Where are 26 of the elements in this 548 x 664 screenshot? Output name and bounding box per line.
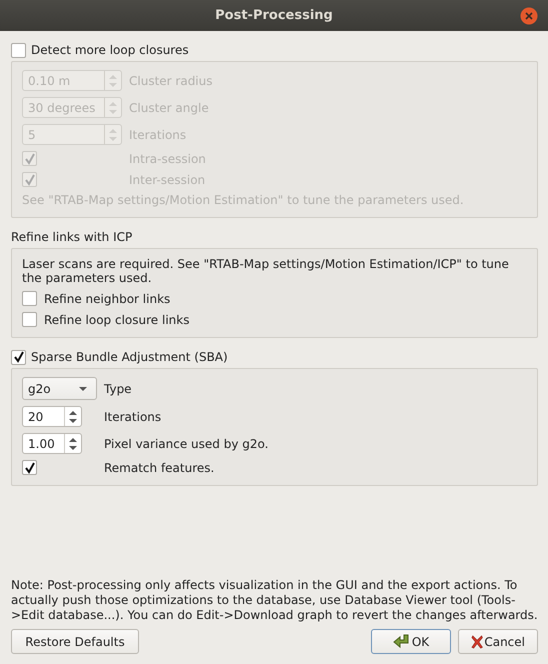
cross-icon — [471, 634, 484, 650]
group-title: Refine links with ICP — [11, 230, 132, 244]
close-icon[interactable] — [520, 7, 538, 25]
checkbox-label: Refine loop closure links — [44, 312, 190, 326]
ok-button[interactable]: OK — [371, 629, 451, 654]
spin-box[interactable]: 1.00 — [22, 433, 82, 454]
cancel-button[interactable]: Cancel — [458, 629, 538, 654]
caret-icon — [78, 386, 88, 392]
checkbox-label: Refine neighbor links — [44, 292, 172, 306]
window-title: Post-Processing — [215, 8, 333, 23]
field-label: Pixel variance used by g2o. — [104, 436, 270, 450]
field-label: Iterations — [104, 410, 162, 424]
checkbox[interactable] — [22, 312, 37, 327]
checkbox-label: Rematch features. — [104, 460, 216, 474]
checkbox[interactable] — [11, 350, 26, 364]
group-title: Detect more loop closures — [31, 43, 189, 57]
restore-defaults-button[interactable]: Restore Defaults — [11, 629, 139, 654]
hint-text: Laser scans are required. See "RTAB-Map settings/Motion Estimation/ICP" to tune the parameters used. — [22, 257, 510, 285]
checkbox[interactable] — [22, 291, 37, 306]
field-label: Type — [104, 382, 133, 396]
arrow-icon — [392, 634, 411, 650]
note-text: Note: Post-processing only affects visualization in the GUI and the export actions. To actually push those optimizations to the database, use Database Viewer tool (Tools->Edit database...). You can do Edit->Download graph to revert the changes afterwards. — [11, 578, 538, 623]
checkbox[interactable] — [22, 460, 37, 475]
spin-box[interactable]: 20 — [22, 406, 82, 427]
group-title: Sparse Bundle Adjustment (SBA) — [31, 350, 228, 364]
dropdown[interactable]: g2o — [22, 377, 97, 400]
